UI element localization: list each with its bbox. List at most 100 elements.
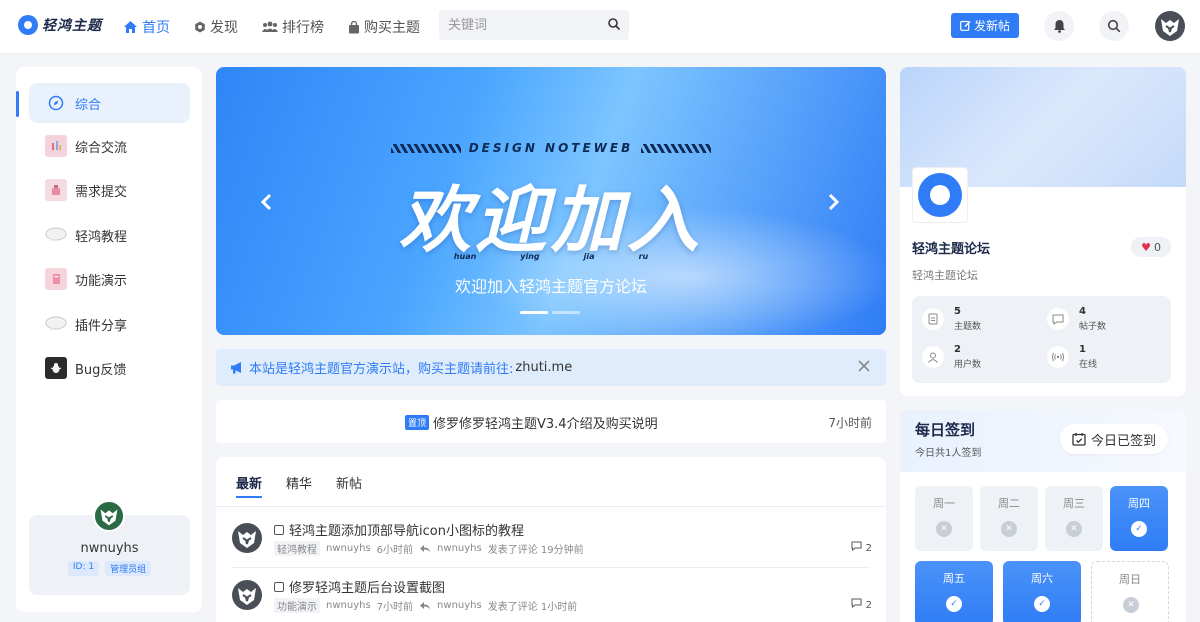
signin-day-thu: 周四 ✓ xyxy=(1110,486,1168,551)
chevron-right-icon[interactable] xyxy=(828,192,840,217)
sidebar-item-label: 轻鸿教程 xyxy=(75,229,128,245)
user-avatar[interactable] xyxy=(1155,11,1185,41)
post-meta: 轻鸿教程 nwnuyhs 6小时前 nwnuyhs 发表了评论 19分钟前 xyxy=(274,541,584,556)
tabs-divider xyxy=(216,506,886,507)
sidebar-item-tutorials[interactable]: 轻鸿教程 xyxy=(29,215,190,255)
sidebar-item-label: 综合交流 xyxy=(75,140,128,156)
stat-posts: 4 帖子数 xyxy=(1047,306,1167,336)
signin-title: 每日签到 xyxy=(915,421,976,439)
missed-icon: ✕ xyxy=(1066,521,1082,537)
user-role-tag: 管理员组 xyxy=(105,561,152,576)
nav-discover-label: 发现 xyxy=(210,20,238,36)
post-author-avatar[interactable] xyxy=(232,523,262,553)
post-author-avatar[interactable] xyxy=(232,580,262,610)
sidebar-item-general[interactable]: 综合交流 xyxy=(29,126,190,166)
comment-icon xyxy=(851,598,862,609)
daily-signin-card: 每日签到 今日共1人签到 今日已签到 周一 ✕ 周二 ✕ 周三 ✕ 周四 ✓ 周… xyxy=(900,410,1186,622)
sidebar-item-label: 功能演示 xyxy=(75,273,128,289)
close-icon[interactable] xyxy=(858,360,870,372)
post-item[interactable]: 轻鸿主题添加顶部导航icon小图标的教程 轻鸿教程 nwnuyhs 6小时前 n… xyxy=(232,519,872,571)
tab-latest[interactable]: 最新 xyxy=(236,473,263,498)
post-replier[interactable]: nwnuyhs xyxy=(437,600,482,611)
sidebar-item-label: 需求提交 xyxy=(75,184,128,200)
forum-logo xyxy=(912,167,968,223)
search-toggle-button[interactable] xyxy=(1099,11,1129,41)
logo-text: 轻鸿主题 xyxy=(42,18,102,34)
speech-bubble-icon xyxy=(45,313,67,335)
chevron-left-icon[interactable] xyxy=(260,192,272,217)
missed-icon: ✕ xyxy=(1123,597,1139,613)
tab-new[interactable]: 新帖 xyxy=(336,473,362,498)
pinned-time: 7小时前 xyxy=(828,416,872,430)
forum-name: 轻鸿主题论坛 xyxy=(912,242,991,257)
stat-topics: 5 主题数 xyxy=(922,306,1042,336)
bug-icon xyxy=(45,357,67,379)
nav-ranking-label: 排行榜 xyxy=(282,20,324,36)
signin-day-tue: 周二 ✕ xyxy=(980,486,1038,551)
category-sidebar: 综合 综合交流 需求提交 轻鸿教程 功能演示 插件分享 Bug反馈 nwnuyh… xyxy=(16,67,202,612)
signin-day-sat: 周六 ✓ xyxy=(1003,561,1081,622)
post-reply-text: 发表了评论 1小时前 xyxy=(487,602,578,613)
banner-top-text: DESIGN NOTEWEB xyxy=(216,141,886,155)
notification-button[interactable] xyxy=(1044,11,1074,41)
post-title[interactable]: 修罗轻鸿主题后台设置截图 xyxy=(274,577,445,596)
user-tags: ID: 1 管理员组 xyxy=(29,561,190,576)
post-item[interactable]: 修罗轻鸿主题后台设置截图 功能演示 nwnuyhs 7小时前 nwnuyhs 发… xyxy=(232,576,872,622)
pinned-title-row: 置顶 修罗修罗轻鸿主题V3.4介绍及购买说明 xyxy=(405,413,658,432)
post-category[interactable]: 功能演示 xyxy=(274,598,320,613)
new-post-button[interactable]: 发新帖 xyxy=(951,13,1019,38)
pinned-post[interactable]: 置顶 修罗修罗轻鸿主题V3.4介绍及购买说明 7小时前 xyxy=(216,400,886,443)
avatar-emblem-icon xyxy=(100,509,118,526)
search-input[interactable] xyxy=(439,10,589,40)
post-author[interactable]: nwnuyhs xyxy=(326,600,371,611)
signin-subtitle: 今日共1人签到 xyxy=(915,448,982,459)
users-icon xyxy=(922,346,944,368)
post-title[interactable]: 轻鸿主题添加顶部导航icon小图标的教程 xyxy=(274,520,524,539)
forum-logo-icon xyxy=(918,173,962,217)
nav-ranking[interactable]: 排行榜 xyxy=(262,17,324,37)
top-header: 轻鸿主题 首页 发现 排行榜 购买主题 发新帖 xyxy=(0,0,1200,54)
sidebar-item-demos[interactable]: 功能演示 xyxy=(29,259,190,299)
demo-category-icon xyxy=(45,268,67,290)
pinned-title[interactable]: 修罗修罗轻鸿主题V3.4介绍及购买说明 xyxy=(433,413,658,432)
user-id-tag: ID: 1 xyxy=(67,561,100,576)
carousel-dot[interactable] xyxy=(520,311,548,314)
new-post-label: 发新帖 xyxy=(973,19,1010,33)
nav-shop[interactable]: 购买主题 xyxy=(348,17,420,37)
sidebar-item-plugins[interactable]: 插件分享 xyxy=(29,304,190,344)
post-author[interactable]: nwnuyhs xyxy=(326,543,371,554)
sidebar-item-requests[interactable]: 需求提交 xyxy=(29,170,190,210)
sidebar-item-label: 综合 xyxy=(75,97,102,113)
sidebar-item-all[interactable]: 综合 xyxy=(29,83,190,123)
nav-home[interactable]: 首页 xyxy=(123,17,170,37)
ranking-icon xyxy=(262,21,278,32)
post-reply-text: 发表了评论 19分钟前 xyxy=(487,545,584,556)
post-replier[interactable]: nwnuyhs xyxy=(437,543,482,554)
notice-link[interactable]: zhuti.me xyxy=(515,360,572,375)
post-list: 最新 精华 新帖 轻鸿主题添加顶部导航icon小图标的教程 轻鸿教程 nwnuy… xyxy=(216,457,886,622)
checkbox-icon xyxy=(274,524,284,535)
tab-featured[interactable]: 精华 xyxy=(286,473,312,498)
calendar-check-icon xyxy=(1072,433,1086,446)
discover-icon xyxy=(195,21,205,33)
banner-title: 欢迎加入 xyxy=(398,178,703,262)
home-icon xyxy=(124,21,137,33)
carousel-dot[interactable] xyxy=(552,311,580,314)
user-name[interactable]: nwnuyhs xyxy=(29,541,190,556)
sidebar-item-bugs[interactable]: Bug反馈 xyxy=(29,348,190,388)
speech-bubble-icon xyxy=(45,224,67,246)
hero-banner[interactable]: DESIGN NOTEWEB 欢迎加入 huan ying jia ru 欢迎加入轻鸿… xyxy=(216,67,886,335)
site-logo[interactable]: 轻鸿主题 xyxy=(18,15,102,35)
sidebar-item-label: 插件分享 xyxy=(75,318,128,334)
forum-like-button[interactable]: ♥ 0 xyxy=(1131,237,1171,257)
search-icon[interactable] xyxy=(607,17,621,31)
comment-icon xyxy=(851,541,862,552)
nav-discover[interactable]: 发现 xyxy=(194,17,238,37)
user-card-avatar[interactable] xyxy=(93,500,125,532)
heart-icon: ♥ xyxy=(1141,240,1151,254)
banner-stripes-left xyxy=(390,144,461,153)
document-icon xyxy=(922,308,944,330)
post-category[interactable]: 轻鸿教程 xyxy=(274,541,320,556)
signin-button[interactable]: 今日已签到 xyxy=(1060,424,1168,454)
post-tabs: 最新 精华 新帖 xyxy=(236,473,386,498)
